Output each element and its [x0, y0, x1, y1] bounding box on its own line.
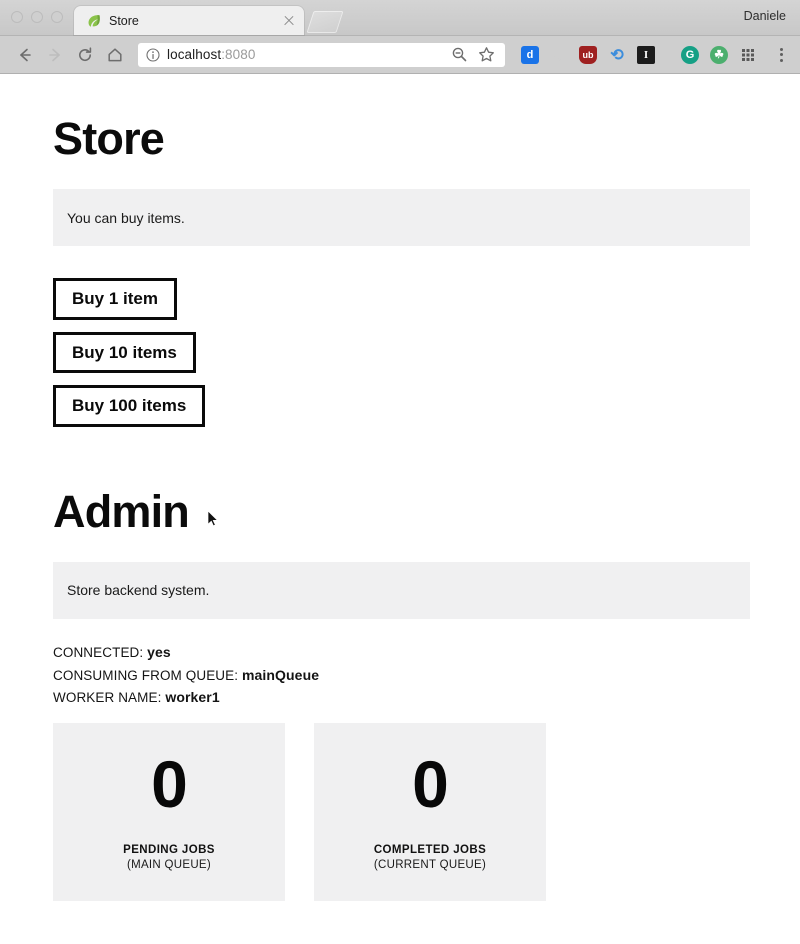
browser-titlebar: Store Daniele — [0, 0, 800, 36]
italic-extension-icon[interactable]: I — [637, 45, 655, 64]
admin-status-list: CONNECTED: yes CONSUMING FROM QUEUE: mai… — [53, 641, 747, 710]
status-connected-value: yes — [147, 643, 171, 660]
diamond-extension-icon[interactable]: ◇ — [550, 46, 568, 64]
pending-jobs-value: 0 — [151, 746, 188, 821]
buy-button-group: Buy 1 item Buy 10 items Buy 100 items — [53, 278, 747, 427]
ublock-origin-extension-icon[interactable]: ub — [579, 45, 597, 64]
page-viewport: Store You can buy items. Buy 1 item Buy … — [0, 74, 800, 944]
buy-100-items-button[interactable]: Buy 100 items — [53, 385, 206, 427]
pending-jobs-label: PENDING JOBS (MAIN QUEUE) — [123, 843, 215, 874]
store-alert: You can buy items. — [53, 189, 750, 246]
tab-strip: Store — [74, 6, 344, 35]
url-host: localhost — [167, 47, 222, 62]
completed-jobs-value: 0 — [412, 746, 449, 821]
url-port: :8080 — [221, 47, 256, 62]
profile-name[interactable]: Daniele — [744, 9, 786, 23]
page-title-admin: Admin — [53, 485, 190, 537]
dashlane-extension-icon[interactable]: d — [521, 45, 539, 64]
apps-grid-icon[interactable] — [739, 46, 757, 64]
extensions-toolbar-secondary: G ☘ — [655, 45, 790, 64]
maximize-window-button[interactable] — [51, 11, 63, 23]
browser-toolbar: localhost:8080 d ◇ ub ⟲ I G ☘ — [0, 36, 800, 74]
status-worker-label: WORKER NAME: — [53, 690, 162, 706]
completed-jobs-card: 0 COMPLETED JOBS (CURRENT QUEUE) — [314, 723, 546, 902]
stat-cards: 0 PENDING JOBS (MAIN QUEUE) 0 COMPLETED … — [53, 723, 747, 902]
status-worker: WORKER NAME: worker1 — [53, 686, 747, 709]
home-button[interactable] — [100, 40, 130, 70]
window-controls — [11, 11, 63, 23]
sync-extension-icon[interactable]: ⟲ — [608, 46, 626, 64]
back-arrow-icon — [20, 48, 31, 61]
completed-jobs-label: COMPLETED JOBS (CURRENT QUEUE) — [374, 843, 486, 874]
forward-arrow-icon — [49, 48, 60, 61]
store-alert-text: You can buy items. — [67, 209, 185, 226]
info-circle-icon[interactable] — [146, 47, 160, 62]
address-bar[interactable]: localhost:8080 — [138, 42, 505, 67]
browser-window: Store Daniele localhost:8080 d ◇ ub ⟲ I … — [0, 0, 800, 944]
forward-button[interactable] — [40, 40, 70, 70]
home-icon — [108, 47, 122, 61]
page-title-store: Store — [53, 113, 165, 164]
grid-icon — [742, 48, 754, 61]
omnibox-actions — [451, 46, 497, 63]
status-queue-value: mainQueue — [241, 666, 320, 683]
pending-jobs-sublabel: (MAIN QUEUE) — [126, 859, 212, 872]
status-queue: CONSUMING FROM QUEUE: mainQueue — [53, 664, 747, 687]
browser-tab-store[interactable]: Store — [74, 6, 304, 35]
zoom-out-icon[interactable] — [451, 46, 468, 63]
close-window-button[interactable] — [11, 11, 23, 23]
status-worker-value: worker1 — [165, 689, 220, 706]
reload-icon — [79, 46, 92, 61]
pending-jobs-card: 0 PENDING JOBS (MAIN QUEUE) — [53, 723, 285, 902]
buy-1-item-button[interactable]: Buy 1 item — [53, 278, 177, 320]
tab-title: Store — [109, 13, 139, 28]
address-bar-url: localhost:8080 — [167, 47, 255, 62]
back-button[interactable] — [10, 40, 40, 70]
admin-alert: Store backend system. — [53, 561, 750, 619]
new-tab-button[interactable] — [306, 11, 344, 33]
admin-alert-text: Store backend system. — [67, 582, 210, 599]
completed-jobs-sublabel: (CURRENT QUEUE) — [373, 859, 487, 872]
close-icon[interactable] — [282, 14, 296, 28]
extensions-toolbar: d ◇ ub ⟲ I — [511, 45, 655, 64]
three-dot-menu-icon[interactable] — [772, 46, 790, 64]
pending-jobs-title: PENDING JOBS — [123, 843, 215, 856]
status-connected-label: CONNECTED: — [53, 644, 144, 660]
star-icon[interactable] — [478, 46, 495, 63]
reload-button[interactable] — [70, 40, 100, 70]
minimize-window-button[interactable] — [31, 11, 43, 23]
page-content: Store You can buy items. Buy 1 item Buy … — [0, 113, 800, 902]
privacy-extension-icon[interactable]: ☘ — [710, 45, 728, 64]
status-connected: CONNECTED: yes — [53, 641, 747, 664]
grammarly-extension-icon[interactable]: G — [681, 45, 699, 64]
leaf-icon — [88, 14, 100, 27]
completed-jobs-title: COMPLETED JOBS — [373, 843, 487, 856]
buy-10-items-button[interactable]: Buy 10 items — [53, 331, 196, 374]
status-queue-label: CONSUMING FROM QUEUE: — [53, 667, 239, 683]
